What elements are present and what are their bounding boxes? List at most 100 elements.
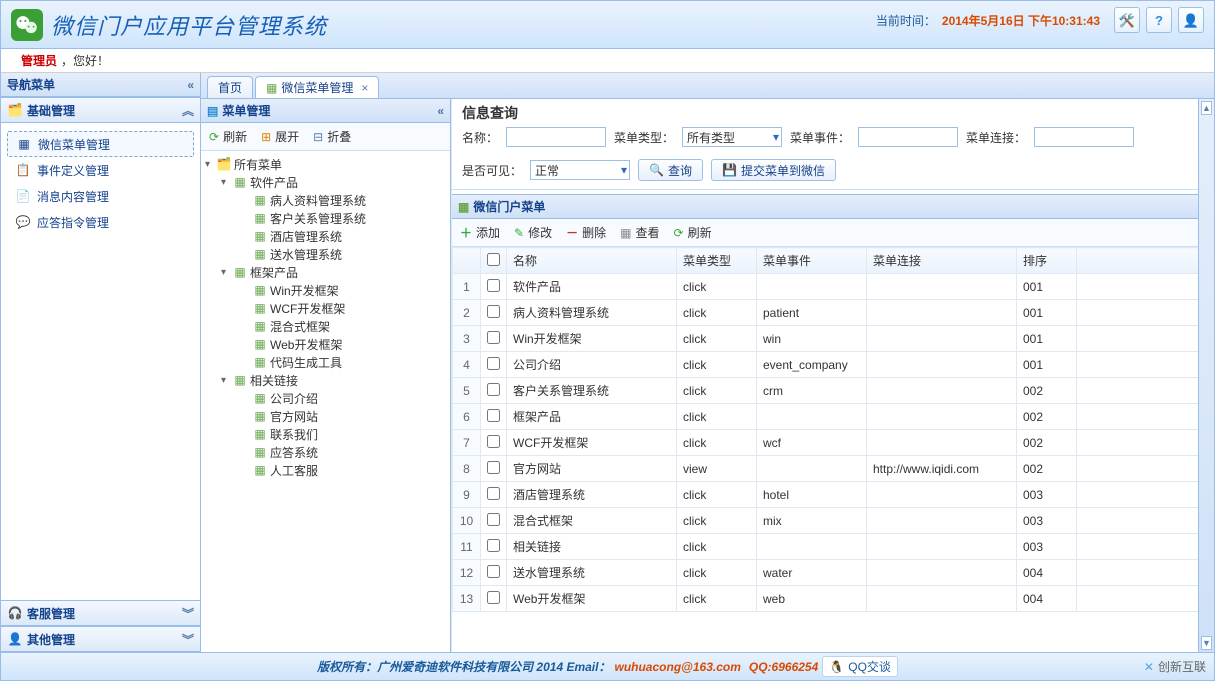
collapse-sidebar-button[interactable]: « [187, 78, 194, 92]
row-checkbox[interactable] [487, 409, 500, 422]
sidebar-item-label: 消息内容管理 [37, 188, 109, 205]
cell-link [867, 560, 1017, 586]
row-checkbox[interactable] [487, 305, 500, 318]
search-button[interactable]: 🔍查询 [638, 159, 703, 181]
table-row[interactable]: 6框架产品click002 [453, 404, 1214, 430]
cell-event: water [757, 560, 867, 586]
grid-refresh-button[interactable]: ⟳刷新 [674, 224, 712, 241]
tree-node[interactable]: ▦病人资料管理系统 [201, 191, 450, 209]
view-button[interactable]: ▦查看 [620, 224, 659, 241]
scroll-up-icon[interactable]: ▲ [1201, 101, 1212, 115]
collapse-tree-button[interactable]: « [437, 104, 444, 118]
row-checkbox[interactable] [487, 513, 500, 526]
type-select[interactable]: 所有类型▾ [682, 127, 782, 147]
delete-button[interactable]: －删除 [566, 224, 606, 241]
row-checkbox[interactable] [487, 565, 500, 578]
tree-node[interactable]: ▾🗂️所有菜单 [201, 155, 450, 173]
col-name[interactable]: 名称 [507, 248, 677, 274]
col-checkbox[interactable] [481, 248, 507, 274]
tree-collapse-button[interactable]: ⊟折叠 [313, 128, 351, 145]
submit-wechat-button[interactable]: 💾提交菜单到微信 [711, 159, 836, 181]
tree-node[interactable]: ▦Win开发框架 [201, 281, 450, 299]
expand-arrow-icon[interactable]: ▾ [221, 177, 233, 188]
edit-button[interactable]: ✎修改 [514, 224, 552, 241]
tree-node[interactable]: ▦官方网站 [201, 407, 450, 425]
row-checkbox[interactable] [487, 539, 500, 552]
help-button[interactable]: ? [1146, 7, 1172, 33]
table-row[interactable]: 7WCF开发框架clickwcf002 [453, 430, 1214, 456]
tree-node[interactable]: ▦客户关系管理系统 [201, 209, 450, 227]
tree-node[interactable]: ▦代码生成工具 [201, 353, 450, 371]
scroll-down-icon[interactable]: ▼ [1201, 636, 1212, 650]
select-all-checkbox[interactable] [487, 253, 500, 266]
event-input[interactable] [858, 127, 958, 147]
add-button[interactable]: ＋添加 [460, 224, 500, 241]
row-checkbox[interactable] [487, 383, 500, 396]
expand-arrow-icon[interactable]: ▾ [205, 159, 217, 170]
row-checkbox[interactable] [487, 461, 500, 474]
col-type[interactable]: 菜单类型 [677, 248, 757, 274]
table-row[interactable]: 10混合式框架clickmix003 [453, 508, 1214, 534]
row-checkbox[interactable] [487, 487, 500, 500]
sidebar-item[interactable]: 📋事件定义管理 [1, 157, 200, 183]
table-row[interactable]: 2病人资料管理系统clickpatient001 [453, 300, 1214, 326]
row-checkbox[interactable] [487, 435, 500, 448]
help-icon: ? [1155, 14, 1163, 27]
row-checkbox[interactable] [487, 279, 500, 292]
row-checkbox[interactable] [487, 591, 500, 604]
qq-chat-button[interactable]: 🐧QQ交谈 [822, 656, 898, 677]
accordion-other[interactable]: 👤 其他管理 ︾ [1, 626, 200, 652]
sidebar-item[interactable]: 📄消息内容管理 [1, 183, 200, 209]
tree-node[interactable]: ▦混合式框架 [201, 317, 450, 335]
tree-node[interactable]: ▦联系我们 [201, 425, 450, 443]
visible-select[interactable]: 正常▾ [530, 160, 630, 180]
tree-node[interactable]: ▾▦软件产品 [201, 173, 450, 191]
tools-button[interactable]: 🛠️ [1114, 7, 1140, 33]
folder-icon: ▦ [253, 464, 267, 476]
expand-arrow-icon[interactable]: ▾ [221, 267, 233, 278]
table-row[interactable]: 3Win开发框架clickwin001 [453, 326, 1214, 352]
expand-arrow-icon[interactable]: ▾ [221, 375, 233, 386]
accordion-cs[interactable]: 🎧 客服管理 ︾ [1, 600, 200, 626]
tree-node[interactable]: ▾▦相关链接 [201, 371, 450, 389]
tree-expand-button[interactable]: ⊞展开 [261, 128, 299, 145]
tree-node[interactable]: ▦WCF开发框架 [201, 299, 450, 317]
tree-node[interactable]: ▦送水管理系统 [201, 245, 450, 263]
sidebar-item-label: 事件定义管理 [37, 162, 109, 179]
close-icon[interactable]: × [361, 81, 368, 95]
tree-node[interactable]: ▾▦框架产品 [201, 263, 450, 281]
sidebar-item[interactable]: ▦微信菜单管理 [7, 131, 194, 157]
folder-icon: ▦ [253, 320, 267, 332]
link-input[interactable] [1034, 127, 1134, 147]
table-row[interactable]: 8官方网站viewhttp://www.iqidi.com002 [453, 456, 1214, 482]
table-row[interactable]: 5客户关系管理系统clickcrm002 [453, 378, 1214, 404]
table-row[interactable]: 12送水管理系统clickwater004 [453, 560, 1214, 586]
table-row[interactable]: 11相关链接click003 [453, 534, 1214, 560]
scrollbar[interactable]: ▲ ▼ [1198, 99, 1214, 652]
footer-email[interactable]: wuhuacong@163.com [614, 660, 740, 674]
name-input[interactable] [506, 127, 606, 147]
user-button[interactable]: 👤 [1178, 7, 1204, 33]
tree-refresh-button[interactable]: ⟳刷新 [209, 128, 247, 145]
table-row[interactable]: 13Web开发框架clickweb004 [453, 586, 1214, 612]
tree-node[interactable]: ▦人工客服 [201, 461, 450, 479]
row-checkbox[interactable] [487, 331, 500, 344]
accordion-basic[interactable]: 🗂️ 基础管理 ︽ [1, 97, 200, 123]
sidebar-item[interactable]: 💬应答指令管理 [1, 209, 200, 235]
folder-icon: ▦ [253, 248, 267, 260]
col-sort[interactable]: 排序 [1017, 248, 1077, 274]
tab-menu-mgmt[interactable]: ▦ 微信菜单管理 × [255, 76, 379, 98]
table-row[interactable]: 1软件产品click001 [453, 274, 1214, 300]
grid-icon: ▦ [266, 81, 277, 95]
row-checkbox[interactable] [487, 357, 500, 370]
tree-node[interactable]: ▦公司介绍 [201, 389, 450, 407]
tree-node[interactable]: ▦应答系统 [201, 443, 450, 461]
tree-node[interactable]: ▦Web开发框架 [201, 335, 450, 353]
table-row[interactable]: 9酒店管理系统clickhotel003 [453, 482, 1214, 508]
tree-node[interactable]: ▦酒店管理系统 [201, 227, 450, 245]
col-event[interactable]: 菜单事件 [757, 248, 867, 274]
folder-icon: ▦ [253, 338, 267, 350]
tab-home[interactable]: 首页 [207, 76, 253, 98]
table-row[interactable]: 4公司介绍clickevent_company001 [453, 352, 1214, 378]
col-link[interactable]: 菜单连接 [867, 248, 1017, 274]
